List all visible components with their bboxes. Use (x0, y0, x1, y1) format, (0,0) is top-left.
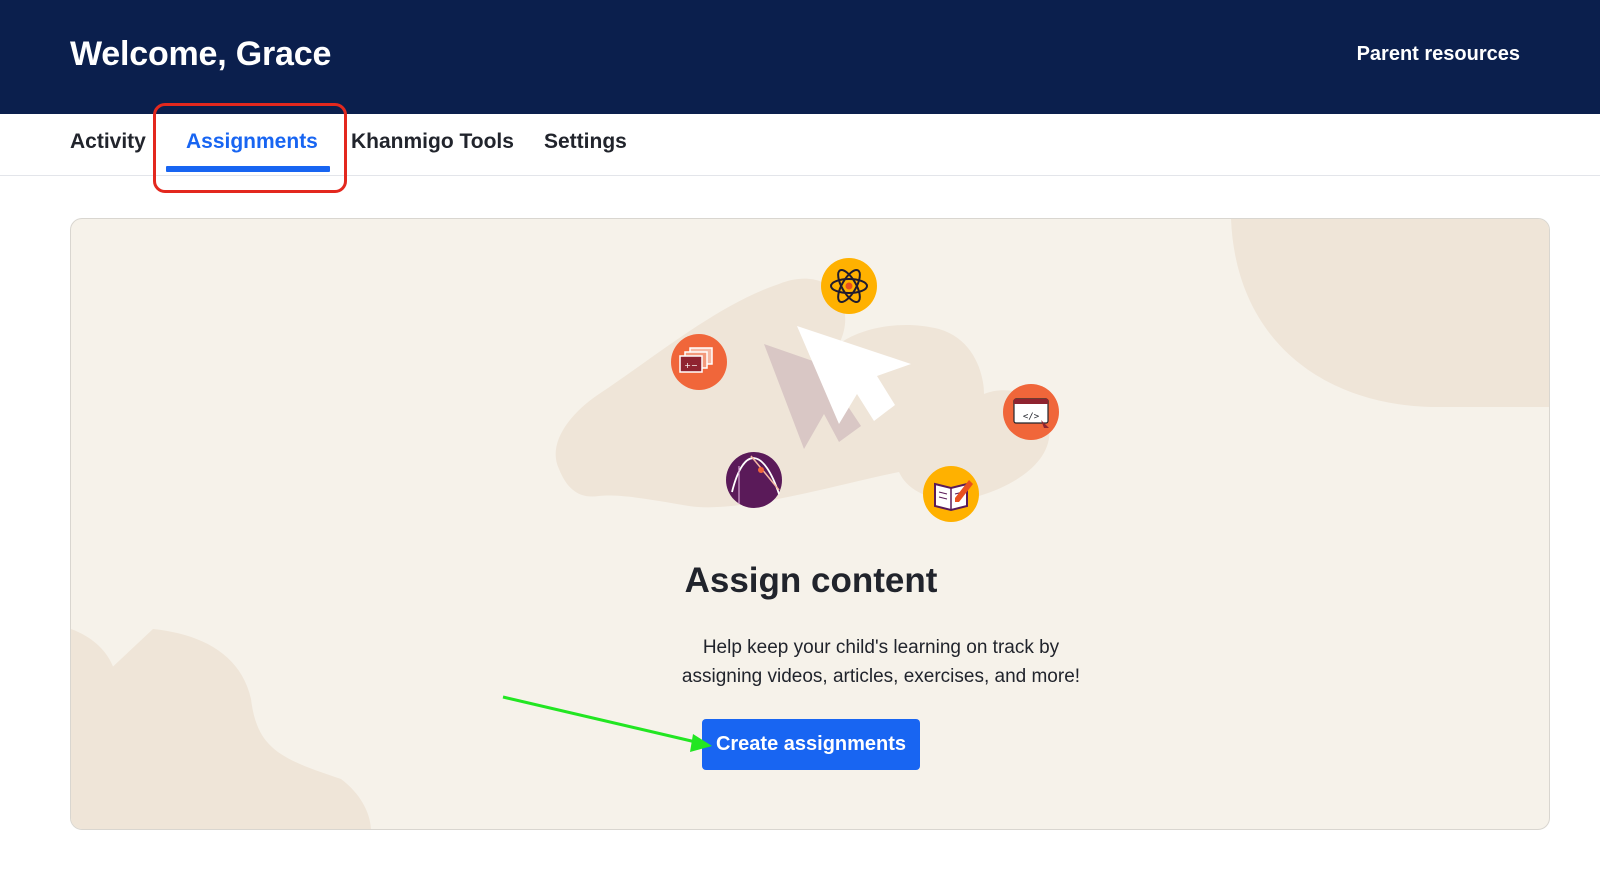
top-header: Welcome, Grace Parent resources (0, 0, 1600, 114)
tab-activity[interactable]: Activity (70, 114, 146, 176)
atom-icon (821, 258, 877, 314)
welcome-title: Welcome, Grace (70, 34, 332, 73)
active-tab-indicator (166, 166, 330, 172)
graph-icon (726, 452, 782, 508)
assign-illustration: +− </> (555, 258, 1059, 522)
calculator-cards-icon: +− (671, 334, 727, 390)
svg-text:</>: </> (1023, 412, 1040, 422)
create-assignments-button[interactable]: Create assignments (702, 719, 920, 770)
assign-content-heading: Assign content (684, 561, 938, 600)
svg-text:+−: +− (684, 361, 697, 370)
tab-settings[interactable]: Settings (544, 114, 627, 176)
tab-khanmigo-tools[interactable]: Khanmigo Tools (351, 114, 514, 176)
assign-content-description: Help keep your child's learning on track… (681, 637, 1081, 687)
assign-content-card: +− </> Assign content Help keep your chi… (70, 218, 1550, 830)
code-window-icon: </> (1003, 384, 1059, 440)
parent-resources-link[interactable]: Parent resources (1357, 43, 1520, 66)
book-pencil-icon (923, 466, 979, 522)
